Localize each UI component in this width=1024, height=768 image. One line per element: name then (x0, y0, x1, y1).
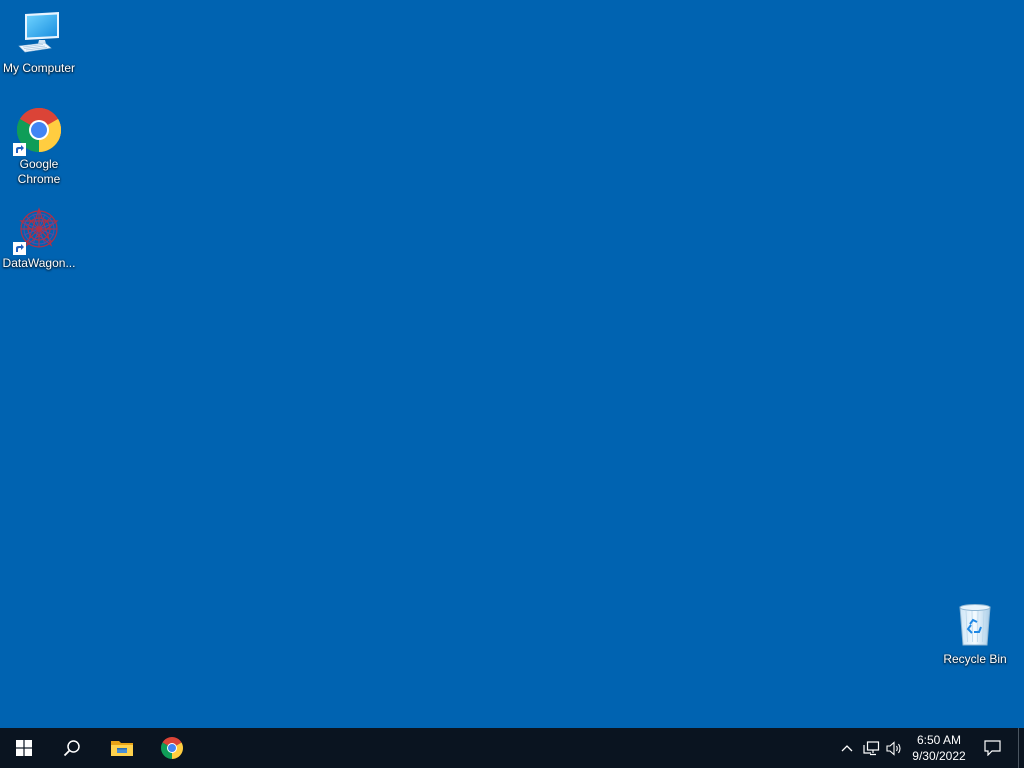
action-center-icon (983, 740, 1001, 756)
desktop-icon-google-chrome[interactable]: Google Chrome (0, 106, 78, 187)
network-icon (862, 740, 879, 755)
taskbar: 6:50 AM 9/30/2022 (0, 728, 1024, 768)
shortcut-arrow-icon (13, 242, 26, 255)
computer-icon (15, 10, 63, 58)
chevron-up-icon (841, 745, 853, 752)
datawagon-icon (13, 205, 63, 255)
desktop-icon-label: My Computer (2, 61, 76, 75)
taskbar-clock[interactable]: 6:50 AM 9/30/2022 (903, 728, 975, 768)
folder-icon (111, 741, 133, 756)
network-button[interactable] (860, 728, 882, 768)
start-button[interactable] (0, 728, 48, 768)
chrome-icon (13, 106, 63, 156)
desktop-icon-label: Google Chrome (17, 157, 61, 186)
recycle-bin-icon (951, 601, 999, 649)
desktop-icon-my-computer[interactable]: My Computer (0, 10, 78, 76)
desktop-icon-label: Recycle Bin (943, 652, 1007, 666)
clock-time: 6:50 AM (916, 733, 962, 747)
volume-icon (886, 740, 901, 756)
windows-logo-icon (16, 740, 32, 756)
search-button[interactable] (48, 728, 96, 768)
shortcut-arrow-icon (13, 143, 26, 156)
show-hidden-icons-button[interactable] (838, 728, 856, 768)
desktop: My Computer Google Chrome DataWagon... R… (0, 0, 1024, 728)
taskbar-file-explorer[interactable] (98, 728, 146, 768)
action-center-button[interactable] (978, 728, 1006, 768)
desktop-icon-recycle-bin[interactable]: Recycle Bin (936, 601, 1014, 667)
chrome-icon (161, 737, 183, 759)
search-icon (63, 740, 80, 757)
volume-button[interactable] (884, 728, 904, 768)
clock-date: 9/30/2022 (912, 749, 966, 763)
taskbar-google-chrome[interactable] (148, 728, 196, 768)
desktop-icon-label: DataWagon... (2, 256, 76, 270)
show-desktop-button[interactable] (1018, 728, 1024, 768)
desktop-icon-datawagon[interactable]: DataWagon... (0, 205, 78, 271)
